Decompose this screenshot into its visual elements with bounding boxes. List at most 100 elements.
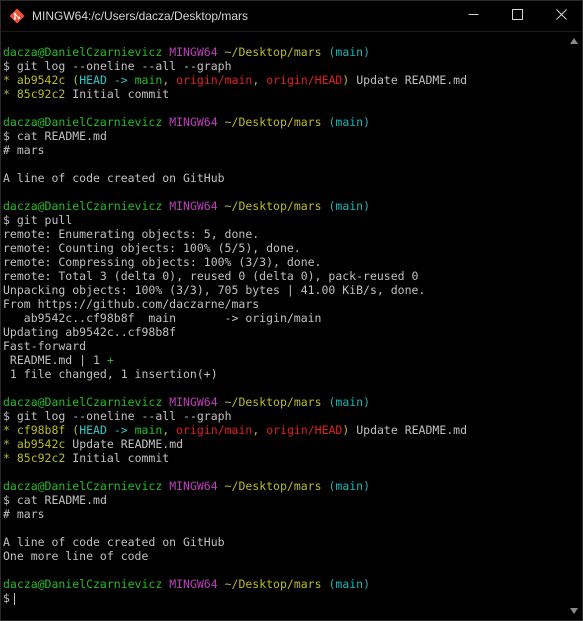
commit-hash: 85c92c2 bbox=[16, 451, 66, 465]
prompt-host: MINGW64 bbox=[169, 199, 218, 213]
log-entry: * cf98b8f (HEAD -> main, origin/main, or… bbox=[1, 423, 567, 437]
output-text: 1 file changed, 1 insertion(+) bbox=[3, 367, 218, 381]
terminal-window: MINGW64:/c/Users/dacza/Desktop/mars dacz… bbox=[0, 0, 583, 621]
commit-hash: ab9542c bbox=[16, 437, 66, 451]
ref-origin-head: origin/HEAD bbox=[266, 73, 343, 87]
output-line: Fast-forward bbox=[1, 339, 567, 353]
command-text: cat README.md bbox=[16, 129, 107, 143]
diffstat-plus: + bbox=[106, 353, 114, 367]
output-line: # mars bbox=[1, 507, 567, 521]
commit-message: Update README.md bbox=[356, 423, 468, 437]
output-text: remote: Enumerating objects: 5, done. bbox=[3, 227, 260, 241]
commit-message: Update README.md bbox=[356, 73, 468, 87]
ref-origin-head: origin/HEAD bbox=[266, 423, 343, 437]
command-line: $ git log --oneline --all --graph bbox=[1, 409, 567, 423]
commit-hash: 85c92c2 bbox=[16, 87, 66, 101]
log-entry: * 85c92c2 Initial commit bbox=[1, 87, 567, 101]
prompt-symbol: $ bbox=[3, 129, 17, 143]
prompt-path: ~/Desktop/mars bbox=[224, 199, 322, 213]
maximize-button[interactable] bbox=[497, 1, 537, 31]
prompt-branch: (main) bbox=[328, 577, 371, 591]
vertical-scrollbar[interactable] bbox=[567, 32, 581, 620]
refs-sep: , bbox=[252, 423, 267, 437]
output-line: 1 file changed, 1 insertion(+) bbox=[1, 367, 567, 381]
log-entry: * 85c92c2 Initial commit bbox=[1, 451, 567, 465]
command-text: git pull bbox=[16, 213, 73, 227]
ref-main: main bbox=[134, 73, 163, 87]
output-text: Updating ab9542c..cf98b8f bbox=[3, 325, 177, 339]
output-text: # mars bbox=[3, 507, 45, 521]
prompt-line: dacza@DanielCzarnievicz MINGW64 ~/Deskto… bbox=[1, 45, 567, 59]
commit-hash: ab9542c bbox=[16, 73, 66, 87]
title-bar[interactable]: MINGW64:/c/Users/dacza/Desktop/mars bbox=[1, 1, 582, 32]
minimize-icon bbox=[468, 7, 479, 25]
scroll-up-arrow-icon[interactable] bbox=[567, 34, 581, 48]
prompt-host: MINGW64 bbox=[169, 395, 218, 409]
commit-message: Initial commit bbox=[72, 451, 170, 465]
output-text: Fast-forward bbox=[3, 339, 87, 353]
output-text: # mars bbox=[3, 143, 45, 157]
output-line: A line of code created on GitHub bbox=[1, 171, 567, 185]
prompt-path: ~/Desktop/mars bbox=[224, 577, 322, 591]
prompt-branch: (main) bbox=[328, 199, 371, 213]
log-entry: * ab9542c (HEAD -> main, origin/main, or… bbox=[1, 73, 567, 87]
prompt-user: dacza@DanielCzarnievicz bbox=[3, 479, 163, 493]
close-button[interactable] bbox=[541, 1, 581, 31]
minimize-button[interactable] bbox=[453, 1, 493, 31]
graph-star: * bbox=[3, 423, 17, 437]
commit-message: Update README.md bbox=[72, 437, 184, 451]
output-text: From https://github.com/daczarne/mars bbox=[3, 297, 260, 311]
text-cursor[interactable] bbox=[13, 592, 15, 605]
prompt-user: dacza@DanielCzarnievicz bbox=[3, 395, 163, 409]
prompt-branch: (main) bbox=[328, 115, 371, 129]
prompt-line: dacza@DanielCzarnievicz MINGW64 ~/Deskto… bbox=[1, 479, 567, 493]
ref-head: HEAD -> bbox=[79, 73, 135, 87]
output-line: From https://github.com/daczarne/mars bbox=[1, 297, 567, 311]
close-icon bbox=[555, 7, 567, 25]
prompt-path: ~/Desktop/mars bbox=[224, 45, 322, 59]
graph-star: * bbox=[3, 451, 17, 465]
refs-sep: , bbox=[162, 73, 177, 87]
prompt-line: dacza@DanielCzarnievicz MINGW64 ~/Deskto… bbox=[1, 115, 567, 129]
scroll-down-arrow-icon[interactable] bbox=[567, 604, 581, 618]
input-line: $ bbox=[1, 591, 567, 605]
command-line: $ git pull bbox=[1, 213, 567, 227]
command-text: git log --oneline --all --graph bbox=[16, 409, 232, 423]
output-text: Unpacking objects: 100% (3/3), 705 bytes… bbox=[3, 283, 426, 297]
output-line: remote: Counting objects: 100% (5/5), do… bbox=[1, 241, 567, 255]
ref-origin-main: origin/main bbox=[176, 423, 253, 437]
terminal-output[interactable]: dacza@DanielCzarnievicz MINGW64 ~/Deskto… bbox=[1, 45, 567, 615]
prompt-branch: (main) bbox=[328, 395, 371, 409]
prompt-symbol: $ bbox=[3, 213, 17, 227]
refs-close: ) bbox=[342, 423, 350, 437]
commit-hash: cf98b8f bbox=[16, 423, 66, 437]
prompt-branch: (main) bbox=[328, 45, 371, 59]
prompt-symbol: $ bbox=[3, 59, 17, 73]
prompt-host: MINGW64 bbox=[169, 45, 218, 59]
output-text: remote: Total 3 (delta 0), reused 0 (del… bbox=[3, 269, 419, 283]
prompt-path: ~/Desktop/mars bbox=[224, 115, 322, 129]
command-line: $ cat README.md bbox=[1, 129, 567, 143]
refs-sep: , bbox=[162, 423, 177, 437]
ref-head: HEAD -> bbox=[79, 423, 135, 437]
output-line: One more line of code bbox=[1, 549, 567, 563]
prompt-line: dacza@DanielCzarnievicz MINGW64 ~/Deskto… bbox=[1, 577, 567, 591]
output-line: remote: Compressing objects: 100% (3/3),… bbox=[1, 255, 567, 269]
prompt-host: MINGW64 bbox=[169, 479, 218, 493]
output-text: remote: Compressing objects: 100% (3/3),… bbox=[3, 255, 322, 269]
output-text: A line of code created on GitHub bbox=[3, 171, 225, 185]
graph-star: * bbox=[3, 87, 17, 101]
maximize-icon bbox=[511, 7, 523, 25]
prompt-user: dacza@DanielCzarnievicz bbox=[3, 45, 163, 59]
output-line: ab9542c..cf98b8f main -> origin/main bbox=[1, 311, 567, 325]
ref-origin-main: origin/main bbox=[176, 73, 253, 87]
command-line: $ cat README.md bbox=[1, 493, 567, 507]
output-line: Unpacking objects: 100% (3/3), 705 bytes… bbox=[1, 283, 567, 297]
prompt-line: dacza@DanielCzarnievicz MINGW64 ~/Deskto… bbox=[1, 199, 567, 213]
ref-main: main bbox=[134, 423, 163, 437]
